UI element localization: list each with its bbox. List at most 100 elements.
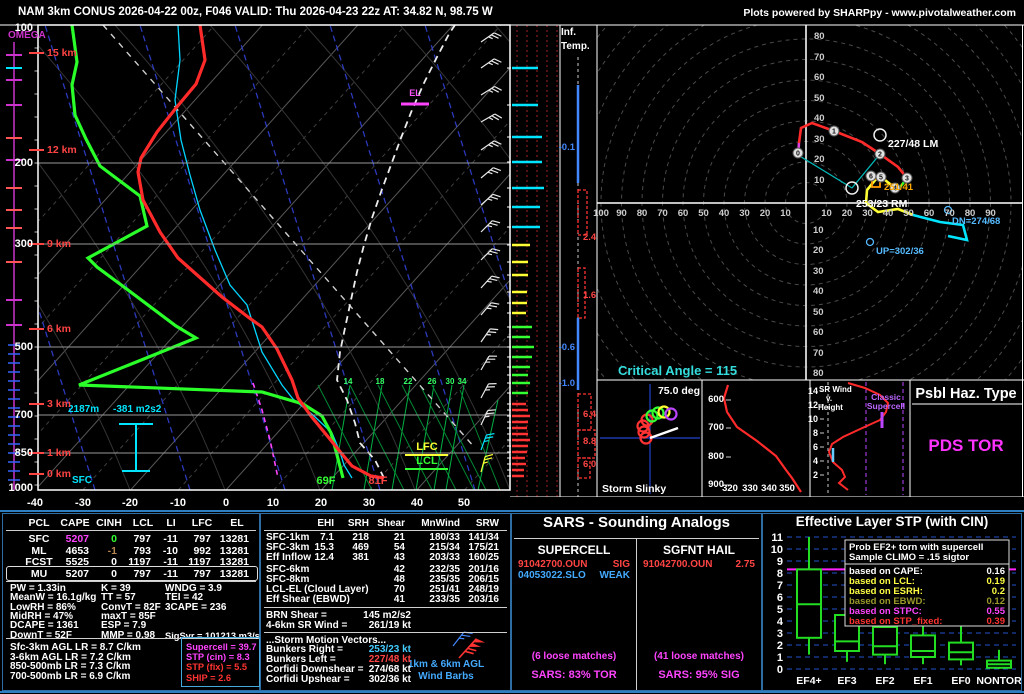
moist-adiabat-line: [377, 384, 433, 490]
kin-header-underline: [264, 530, 507, 531]
kin-value: 41: [393, 594, 405, 605]
title-bar: NAM 3km CONUS 2026-04-22 00z, F046 VALID…: [0, 0, 1024, 25]
wind-barb: [480, 275, 500, 289]
wind-barb: [480, 328, 499, 343]
sars-supercell-header: SUPERCELL: [537, 543, 611, 557]
composite-index-value: SHIP = 2.6: [186, 672, 232, 683]
thermodynamics-panel: PCL CAPE CINH LCL LI LFC EL SFC 5207 0 797 -11 797 13…: [2, 513, 265, 691]
temperature-tick-label: -30: [75, 497, 91, 509]
slinky-motion-line: [649, 426, 679, 440]
stp-box: [872, 626, 898, 656]
sars-title: SARS - Sounding Analogs: [543, 514, 730, 531]
wind-barb: [480, 193, 501, 206]
wind-barb: [480, 140, 502, 151]
corfidi-dn-marker: [943, 205, 953, 215]
dry-adiabat: [590, 25, 890, 490]
credit-text: Plots powered by SHARPpy - www.pivotalwe…: [743, 7, 1016, 19]
stp-category-label: NONTOR: [976, 675, 1021, 687]
hodograph-ring: [396, 0, 1024, 497]
wind-barb: [480, 58, 502, 69]
sars-match-name[interactable]: 91042700.OUN: [518, 560, 588, 570]
stp-prob-label: based on STP_fixed:: [849, 616, 942, 627]
isotherm-line: [225, 173, 510, 490]
moist-adiabat-highlight: [139, 25, 286, 490]
sars-match-tag[interactable]: SIG: [582, 560, 630, 570]
index-value: 3CAPE = 236: [165, 601, 227, 613]
kinematics-panel: ...Storm Motion Vectors... 1km & 6km AGL…: [260, 513, 511, 691]
composite-index-value: STP (cin) = 8.3: [186, 652, 250, 663]
stp-ytick: 7: [777, 580, 783, 592]
hodograph-ring: [597, 25, 1023, 380]
isotherm-line: [655, 25, 1024, 490]
height-marker-number: 5: [879, 175, 883, 182]
moist-adiabat-highlight: [329, 25, 476, 490]
stp-category-label: EF4+: [796, 675, 821, 687]
wind-barb: [480, 167, 502, 179]
line: [480, 58, 495, 69]
sars-hail-result: SARS: 95% SIG: [658, 669, 740, 681]
slinky-circle: [664, 407, 678, 421]
stp-ytick: 5: [777, 604, 783, 616]
stp-ytick: 1: [777, 652, 783, 664]
sars-match-name[interactable]: 91042700.OUN: [643, 560, 713, 570]
isotherm-line: [38, 25, 454, 488]
hodograph: 0 1 2 3 4 56: [396, 0, 1024, 497]
pcl-header: CINH: [96, 517, 122, 529]
stp-box: [910, 634, 936, 659]
upper-parcel-trace: [102, 25, 476, 449]
section-divider: [6, 581, 256, 582]
kin-header: Shear: [377, 518, 405, 529]
stp-ytick: 6: [777, 592, 783, 604]
sars-column-divider: [636, 538, 637, 690]
line: [480, 383, 490, 399]
line: [480, 328, 491, 343]
warm-advection-box: [577, 267, 586, 319]
wind-barb: [480, 383, 497, 399]
sars-match-name[interactable]: 04053022.SLO: [518, 571, 586, 581]
skewt-border: [37, 24, 511, 491]
pcl-value[interactable]: 13281: [205, 545, 249, 556]
dry-adiabat: [38, 44, 321, 490]
isotherm-line: [130, 67, 510, 490]
dry-adiabat: [38, 302, 131, 490]
selected-parcel-highlight: [6, 565, 258, 581]
kin-header: SRW: [475, 518, 499, 529]
stp-boxplot-canvas: 01234567891011EF4+ EF3 EF2 EF1 EF0 NONTORProb…: [771, 532, 1021, 687]
height-marker-number: 2: [878, 152, 882, 159]
stp-category-label: EF0: [951, 675, 970, 687]
kin-value: 43: [393, 552, 405, 563]
theta-e-curve: [722, 384, 802, 493]
index-value: DownT = 52F: [10, 629, 72, 641]
line: [480, 86, 495, 96]
height-marker-number: 0: [796, 151, 800, 158]
sars-match-tag[interactable]: WEAK: [582, 571, 630, 581]
agl-wind-barbs-graphic: [452, 631, 486, 659]
line: [487, 409, 496, 412]
height-marker-number: 4: [893, 186, 897, 193]
pcl-header: LFC: [191, 517, 213, 529]
dry-adiabat: [38, 161, 226, 490]
section-divider-bottom: [0, 691, 1024, 693]
stp-prob-value: 0.39: [987, 616, 1006, 627]
sars-panel: SARS - Sounding Analogs SUPERCELL SGFNT …: [511, 513, 762, 691]
kin-footer-value: 302/36 kt: [368, 674, 411, 685]
pcl-header: PCL: [28, 517, 50, 529]
hodograph-ring: [597, 25, 1023, 380]
height-marker-number: 6: [869, 174, 873, 181]
sars-match-tag[interactable]: 2.75: [707, 560, 755, 570]
stp-ytick: 4: [777, 616, 784, 628]
stp-category-label: EF3: [837, 675, 856, 687]
moist-adiabat-line: [401, 384, 457, 490]
temperature-profile: [136, 25, 385, 480]
lapse-rate-value: 700-500mb LR = 6.9 C/km: [10, 670, 131, 682]
temperature-tick-label: 20: [314, 497, 328, 509]
moist-adiabat-highlight: [424, 25, 510, 300]
mixing-ratio-line: [445, 384, 465, 490]
sars-hail-loose-matches: (41 loose matches): [653, 651, 745, 662]
mixing-ratio-line: [433, 384, 453, 490]
warm-advection-box: [577, 457, 591, 479]
sars-supercell-loose-matches: (6 loose matches): [531, 651, 617, 662]
pcl-value[interactable]: 13281: [205, 534, 249, 545]
kin-footer-value: 261/19 kt: [368, 620, 411, 631]
stp-ytick: 11: [771, 532, 783, 544]
